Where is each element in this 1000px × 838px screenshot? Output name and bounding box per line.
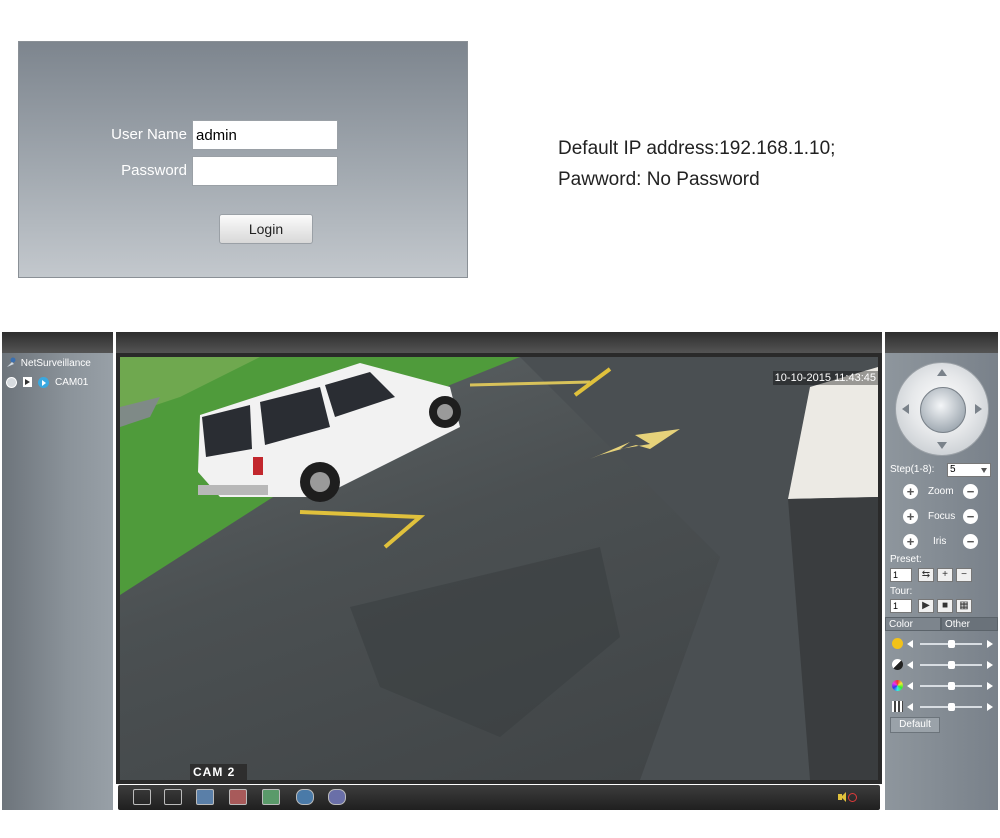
add-preset-icon[interactable]: + [937, 568, 953, 582]
tree-root-label: NetSurveillance [20, 358, 91, 369]
video-window: 10-10-2015 11:43:45 CAM 2 [116, 332, 882, 784]
login-button[interactable]: Login [219, 214, 313, 244]
slider-knob[interactable] [947, 661, 955, 669]
default-password-text: Pawword: No Password [558, 169, 760, 190]
single-view-icon[interactable] [164, 789, 182, 805]
username-label: User Name [111, 126, 187, 143]
preset-input[interactable]: 1 [890, 568, 912, 582]
video-scene [120, 357, 878, 780]
zoom-out-button[interactable]: − [963, 484, 978, 499]
saturation-slider[interactable] [890, 679, 993, 693]
contrast-icon [892, 659, 903, 670]
ptz-center-button[interactable] [920, 387, 966, 433]
default-button[interactable]: Default [890, 717, 940, 733]
snapshot-icon[interactable] [262, 789, 280, 805]
ptz-left-icon[interactable] [902, 404, 909, 414]
contrast-slider[interactable] [890, 658, 993, 672]
default-credentials-note: Default IP address:192.168.1.10; Pawword… [558, 133, 835, 195]
slider-knob[interactable] [947, 703, 955, 711]
hue-slider[interactable] [890, 700, 993, 714]
video-timestamp: 10-10-2015 11:43:45 [772, 371, 878, 385]
ptz-header [885, 332, 998, 353]
remove-preset-icon[interactable]: − [956, 568, 972, 582]
device-tree-panel: NetSurveillance CAM01 [2, 332, 113, 810]
password-input[interactable] [192, 156, 338, 186]
ptz-down-icon[interactable] [937, 442, 947, 449]
user-icon [7, 357, 16, 367]
video-header [116, 332, 882, 353]
fullscreen-icon[interactable] [133, 789, 151, 805]
tour-label: Tour: [890, 586, 913, 597]
step-value: 5 [950, 464, 956, 475]
talk-icon[interactable] [296, 789, 314, 805]
tab-color[interactable]: Color [885, 617, 941, 631]
zoom-label: Zoom [928, 486, 954, 497]
netsurveillance-app: NetSurveillance CAM01 10-10-2015 11:43:4… [0, 332, 1000, 838]
focus-far-button[interactable]: − [963, 509, 978, 524]
speaker-muted-icon[interactable] [838, 792, 857, 803]
chevron-down-icon [981, 468, 987, 473]
camera-label: CAM01 [55, 376, 89, 388]
record-icon[interactable] [6, 376, 17, 388]
record-start-icon[interactable] [196, 789, 214, 805]
focus-label: Focus [928, 511, 956, 522]
tour-play-icon[interactable]: ▶ [918, 599, 934, 613]
default-ip-text: Default IP address:192.168.1.10; [558, 138, 836, 159]
step-select[interactable]: 5 [947, 463, 991, 477]
hue-icon [892, 701, 903, 712]
ptz-up-icon[interactable] [937, 369, 947, 376]
zoom-in-button[interactable]: + [903, 484, 918, 499]
password-label: Password [121, 162, 187, 179]
goto-preset-icon[interactable]: ⇆ [918, 568, 934, 582]
login-panel: User Name Password Login [18, 41, 468, 278]
brightness-icon [892, 638, 903, 649]
video-toolbar [118, 785, 880, 810]
slider-knob[interactable] [947, 682, 955, 690]
play-icon[interactable] [23, 377, 32, 387]
ptz-direction-pad[interactable] [895, 362, 989, 456]
iris-close-button[interactable]: − [963, 534, 978, 549]
username-input[interactable] [192, 120, 338, 150]
step-label: Step(1-8): [890, 464, 935, 475]
preset-label: Preset: [890, 554, 922, 565]
device-tree-header [2, 332, 113, 353]
focus-near-button[interactable]: + [903, 509, 918, 524]
tour-grid-icon[interactable]: ▦ [956, 599, 972, 613]
username-row: User Name [19, 120, 469, 150]
iris-label: Iris [933, 536, 947, 547]
iris-open-button[interactable]: + [903, 534, 918, 549]
camera-icon[interactable] [38, 376, 49, 388]
tour-input[interactable]: 1 [890, 599, 912, 613]
brightness-slider[interactable] [890, 637, 993, 651]
tab-other[interactable]: Other [941, 617, 998, 631]
ptz-panel: Step(1-8): 5 + Zoom − + Focus − + Iris −… [885, 332, 998, 810]
saturation-icon [892, 680, 903, 691]
ptz-right-icon[interactable] [975, 404, 982, 414]
password-row: Password [19, 156, 469, 186]
tree-camera-item[interactable]: CAM01 [6, 375, 88, 389]
video-camera-label: CAM 2 [190, 764, 248, 780]
record-stop-icon[interactable] [229, 789, 247, 805]
playback-icon[interactable] [328, 789, 346, 805]
live-video[interactable]: 10-10-2015 11:43:45 CAM 2 [120, 357, 878, 780]
tour-stop-icon[interactable]: ■ [937, 599, 953, 613]
tree-root-item[interactable]: NetSurveillance [6, 357, 91, 369]
slider-knob[interactable] [947, 640, 955, 648]
